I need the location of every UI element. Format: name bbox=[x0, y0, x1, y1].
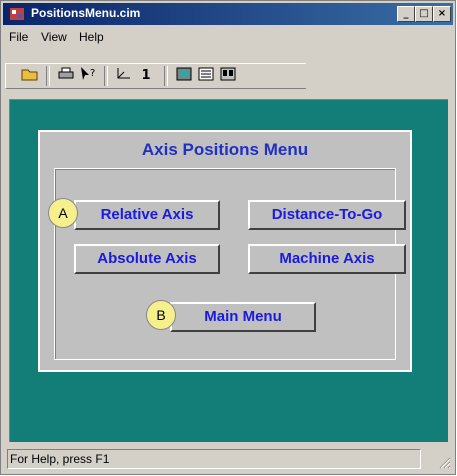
window-title: PositionsMenu.cim bbox=[31, 6, 141, 20]
toolbar-separator bbox=[104, 66, 108, 86]
menu-view[interactable]: View bbox=[41, 30, 67, 44]
title-bar[interactable]: PositionsMenu.cim _ □ × bbox=[3, 3, 453, 25]
toolbar: ? 1 bbox=[5, 63, 306, 89]
svg-text:?: ? bbox=[90, 68, 95, 79]
machine-axis-button[interactable]: Machine Axis bbox=[248, 244, 406, 274]
app-icon bbox=[10, 8, 24, 20]
panel-title: Axis Positions Menu bbox=[141, 140, 309, 159]
menu-bar: File View Help bbox=[3, 27, 453, 47]
relative-axis-button[interactable]: Relative Axis bbox=[74, 200, 220, 230]
printer-icon[interactable] bbox=[56, 66, 76, 86]
maximize-button[interactable]: □ bbox=[415, 6, 433, 22]
list-icon[interactable] bbox=[196, 66, 216, 86]
axis-number: 1 bbox=[141, 68, 151, 83]
client-area: Axis Positions Menu Relative Axis Distan… bbox=[9, 99, 448, 442]
menu-file[interactable]: File bbox=[9, 30, 28, 44]
minimize-button[interactable]: _ bbox=[397, 6, 415, 22]
context-help-icon[interactable]: ? bbox=[78, 66, 98, 86]
close-button[interactable]: × bbox=[433, 6, 451, 22]
menu-help[interactable]: Help bbox=[79, 30, 104, 44]
display-icon[interactable] bbox=[218, 66, 238, 86]
main-menu-button[interactable]: Main Menu bbox=[170, 302, 316, 332]
app-window: PositionsMenu.cim _ □ × File View Help ?… bbox=[0, 0, 456, 475]
callout-marker-b: B bbox=[146, 300, 176, 330]
toolbar-separator bbox=[46, 66, 50, 86]
positions-menu-panel: Axis Positions Menu Relative Axis Distan… bbox=[38, 130, 412, 372]
axis-icon[interactable] bbox=[114, 66, 134, 86]
resize-grip-icon[interactable] bbox=[437, 455, 451, 469]
status-text: For Help, press F1 bbox=[7, 449, 421, 469]
absolute-axis-button[interactable]: Absolute Axis bbox=[74, 244, 220, 274]
status-bar: For Help, press F1 bbox=[3, 447, 453, 471]
callout-marker-a: A bbox=[48, 198, 78, 228]
screen-icon[interactable] bbox=[174, 66, 194, 86]
distance-to-go-button[interactable]: Distance-To-Go bbox=[248, 200, 406, 230]
toolbar-separator bbox=[164, 66, 168, 86]
folder-open-icon[interactable] bbox=[20, 66, 40, 86]
